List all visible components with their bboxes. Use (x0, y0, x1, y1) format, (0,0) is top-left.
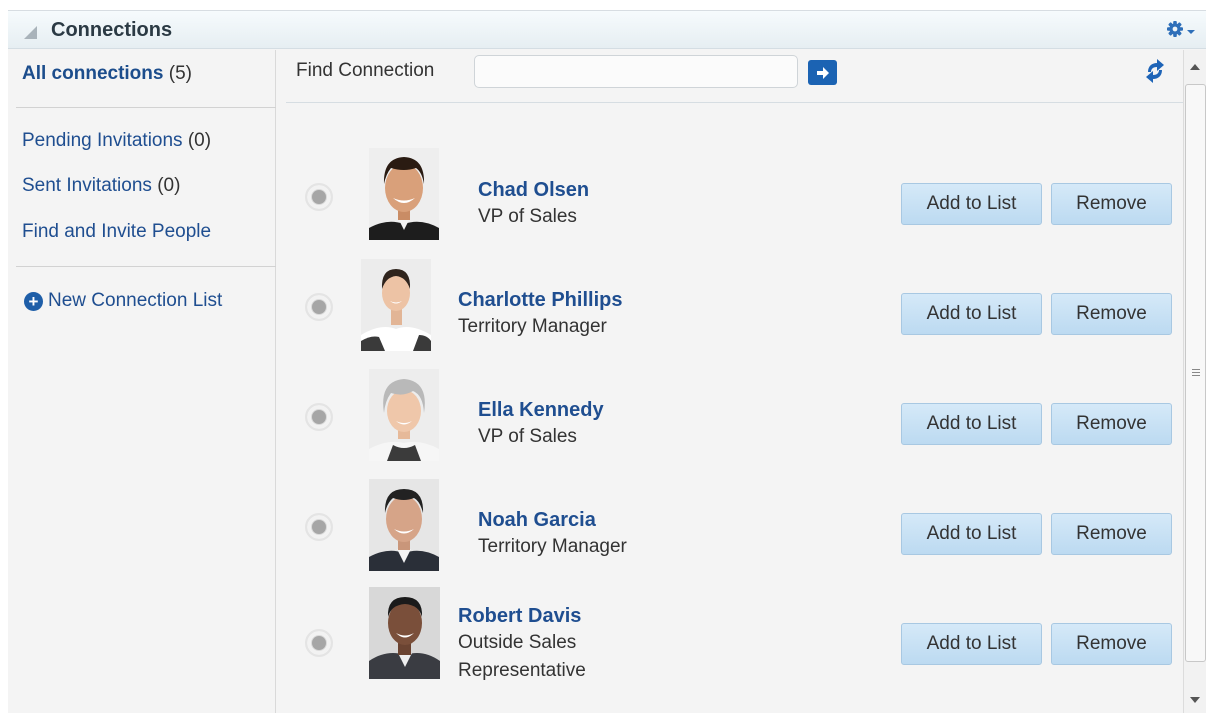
sidebar-item-sent-invitations[interactable]: Sent Invitations (0) (22, 175, 180, 197)
sidebar-item-label: Pending Invitations (22, 130, 183, 151)
remove-button[interactable]: Remove (1051, 183, 1172, 225)
sidebar-item-count: (5) (168, 63, 192, 84)
sidebar-item-label: Sent Invitations (22, 175, 152, 196)
remove-button[interactable]: Remove (1051, 623, 1172, 665)
refresh-button[interactable] (1140, 56, 1170, 86)
grip-line (1192, 372, 1200, 373)
add-to-list-button[interactable]: Add to List (901, 183, 1042, 225)
connection-title: Outside Sales (458, 632, 577, 653)
remove-button[interactable]: Remove (1051, 513, 1172, 555)
add-to-list-button[interactable]: Add to List (901, 623, 1042, 665)
connection-radio[interactable] (305, 629, 333, 657)
sidebar-item-find-invite-people[interactable]: Find and Invite People (22, 221, 211, 243)
connection-row: Robert Davis Outside Sales Representativ… (277, 587, 1183, 689)
connection-name-link[interactable]: Charlotte Phillips (458, 289, 622, 312)
connection-title: VP of Sales (478, 426, 577, 447)
connection-name-link[interactable]: Ella Kennedy (478, 399, 604, 422)
panel-header: Connections (8, 11, 1206, 49)
gear-dropdown-icon[interactable] (1166, 19, 1196, 41)
connections-main: Find Connection Chad Olsen VP of Sales A… (277, 50, 1183, 713)
scroll-up-arrow-icon[interactable] (1190, 64, 1200, 70)
arrow-right-icon (816, 66, 829, 79)
connection-title: VP of Sales (478, 206, 577, 227)
sidebar-item-count: (0) (157, 175, 181, 196)
connections-panel: Connections All connections (5) Pending … (8, 10, 1206, 713)
add-to-list-button[interactable]: Add to List (901, 293, 1042, 335)
avatar (361, 259, 431, 351)
connection-title: Territory Manager (458, 316, 607, 337)
vertical-scrollbar[interactable] (1183, 50, 1206, 713)
add-to-list-button[interactable]: Add to List (901, 403, 1042, 445)
scrollbar-thumb[interactable] (1185, 84, 1206, 662)
grip-line (1192, 369, 1200, 370)
connection-title: Territory Manager (478, 536, 627, 557)
connection-title: Representative (458, 660, 586, 681)
sidebar-divider (16, 266, 276, 267)
connection-name-link[interactable]: Chad Olsen (478, 179, 589, 202)
new-connection-list-link[interactable]: + New Connection List (24, 290, 222, 312)
sidebar-item-count: (0) (187, 130, 212, 151)
search-go-button[interactable] (808, 60, 837, 85)
remove-button[interactable]: Remove (1051, 403, 1172, 445)
find-connection-label: Find Connection (296, 60, 435, 81)
sidebar-divider (16, 107, 276, 108)
connections-sidebar: All connections (5) Pending Invitations … (8, 50, 276, 713)
avatar (369, 148, 439, 240)
find-connection-input[interactable] (474, 55, 798, 88)
connection-radio[interactable] (305, 513, 333, 541)
avatar (369, 587, 440, 679)
connection-radio[interactable] (305, 183, 333, 211)
remove-button[interactable]: Remove (1051, 293, 1172, 335)
panel-title: Connections (51, 19, 173, 41)
refresh-icon (1146, 59, 1164, 83)
connection-row: Chad Olsen VP of Sales Add to List Remov… (277, 148, 1183, 249)
connection-row: Ella Kennedy VP of Sales Add to List Rem… (277, 369, 1183, 469)
sidebar-item-pending-invitations[interactable]: Pending Invitations (0) (22, 130, 211, 152)
triangle-collapse-icon[interactable] (24, 26, 37, 39)
search-divider (286, 102, 1183, 103)
connection-name-link[interactable]: Noah Garcia (478, 509, 596, 532)
connection-radio[interactable] (305, 293, 333, 321)
grip-line (1192, 375, 1200, 376)
new-connection-list-label: New Connection List (48, 290, 223, 311)
avatar (369, 479, 439, 571)
connection-name-link[interactable]: Robert Davis (458, 605, 581, 628)
scroll-down-arrow-icon[interactable] (1190, 697, 1200, 703)
avatar (369, 369, 439, 461)
add-to-list-button[interactable]: Add to List (901, 513, 1042, 555)
sidebar-item-label: All connections (22, 63, 164, 84)
sidebar-item-all-connections[interactable]: All connections (5) (22, 63, 192, 85)
connection-radio[interactable] (305, 403, 333, 431)
connection-row: Charlotte Phillips Territory Manager Add… (277, 259, 1183, 359)
sidebar-item-label: Find and Invite People (22, 221, 212, 242)
connection-row: Noah Garcia Territory Manager Add to Lis… (277, 479, 1183, 579)
plus-circle-icon: + (24, 291, 43, 311)
